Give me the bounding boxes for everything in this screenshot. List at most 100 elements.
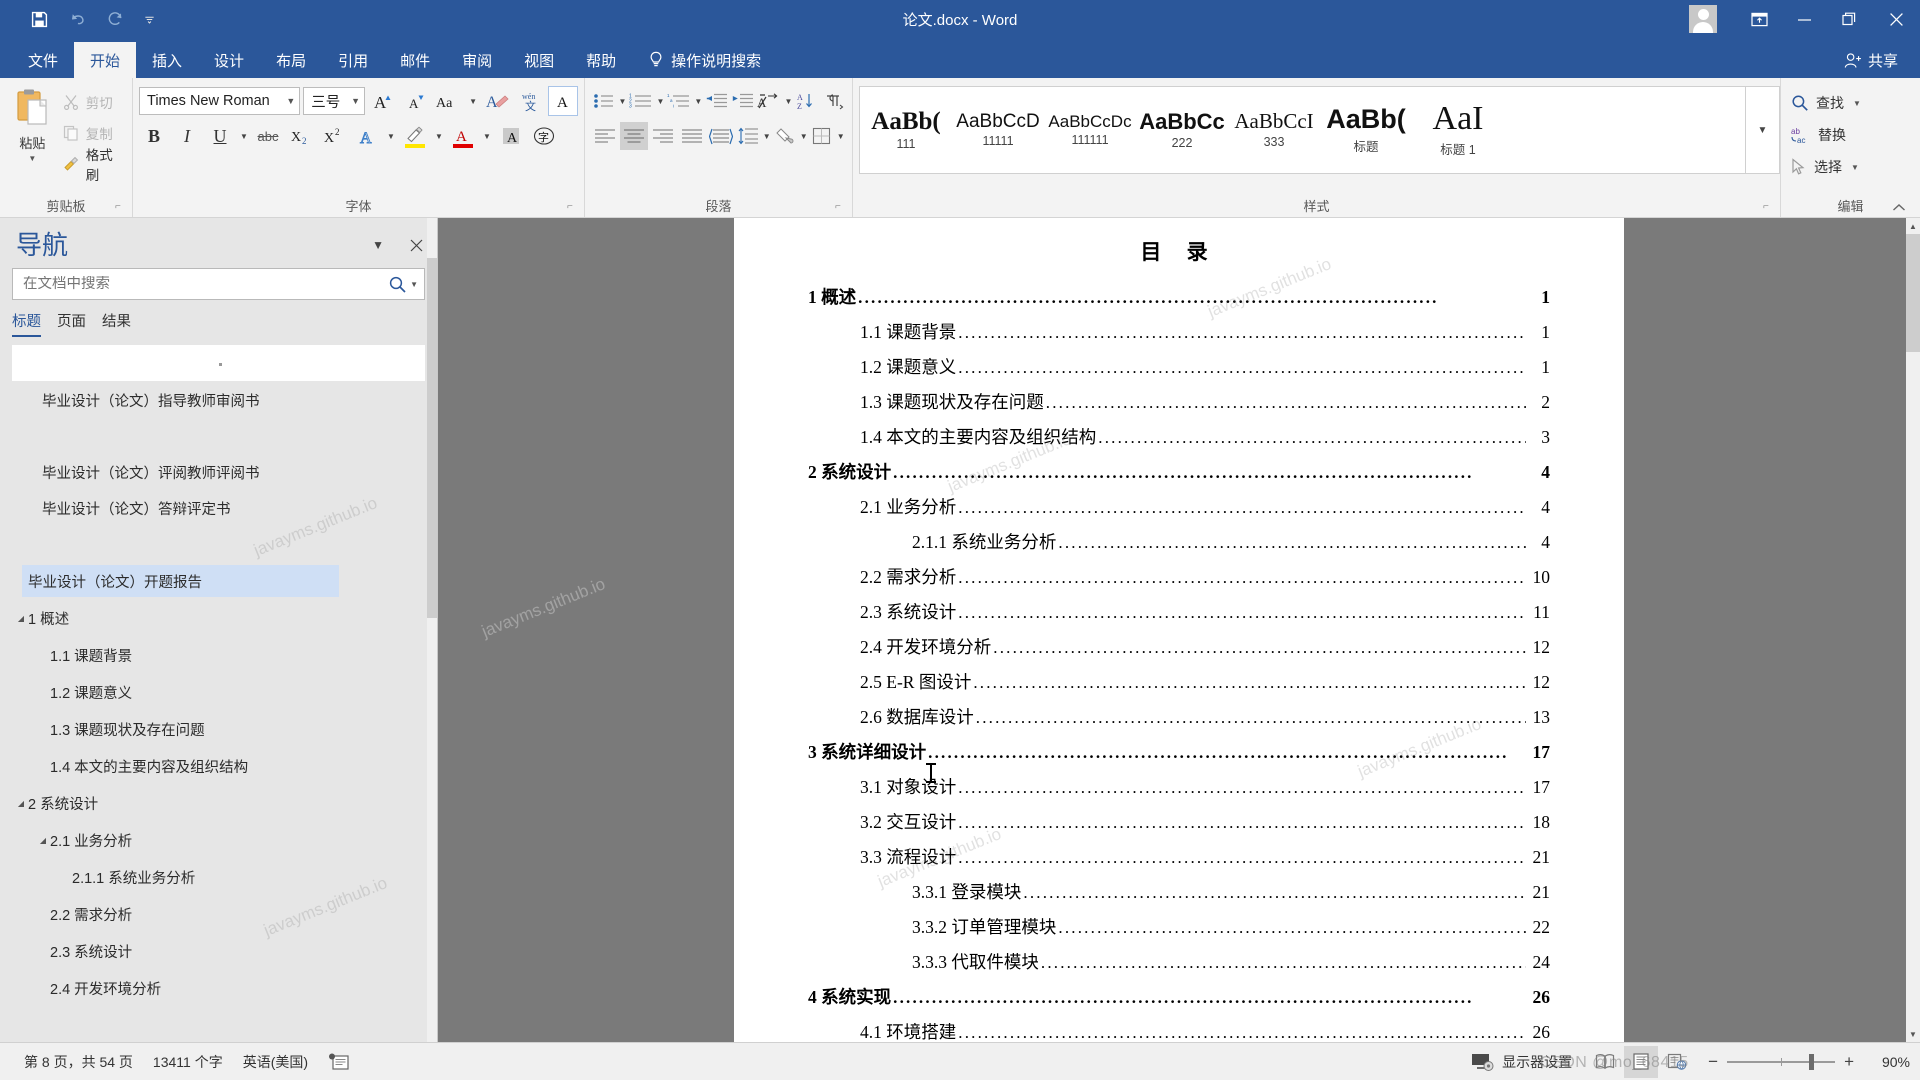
- phonetic-guide-icon[interactable]: wén 文: [515, 86, 545, 116]
- font-color-caret-icon[interactable]: ▼: [481, 121, 493, 151]
- navigation-scrollbar[interactable]: [427, 218, 437, 1042]
- highlight-caret-icon[interactable]: ▼: [433, 121, 445, 151]
- nav-collapse-icon[interactable]: ◢: [14, 614, 28, 623]
- style-item[interactable]: AaI 标题 1: [1412, 87, 1504, 173]
- nav-item[interactable]: 1.2 课题意义: [0, 677, 427, 707]
- style-item[interactable]: AaBb( 标题: [1320, 87, 1412, 173]
- nav-item[interactable]: 毕业设计（论文）答辩评定书: [0, 493, 427, 523]
- proofing-status-icon[interactable]: [318, 1052, 360, 1072]
- text-effects-icon[interactable]: A: [352, 121, 382, 151]
- paste-caret-icon[interactable]: ▼: [28, 154, 36, 163]
- nav-item[interactable]: ◢ 2 系统设计: [0, 788, 427, 818]
- zoom-percentage[interactable]: 90%: [1864, 1054, 1910, 1070]
- tab-view[interactable]: 视图: [508, 42, 570, 78]
- bold-button[interactable]: B: [139, 121, 169, 151]
- page-indicator[interactable]: 第 8 页，共 54 页: [14, 1052, 143, 1072]
- tell-me-search[interactable]: 操作说明搜索: [632, 42, 773, 78]
- redo-icon[interactable]: [98, 4, 132, 34]
- style-item[interactable]: AaBbCcDc 111111: [1044, 87, 1136, 173]
- tab-layout[interactable]: 布局: [260, 42, 322, 78]
- zoom-slider-thumb[interactable]: [1809, 1053, 1815, 1070]
- styles-more-icon[interactable]: ▼: [1746, 86, 1780, 174]
- bullets-icon[interactable]: [591, 87, 616, 115]
- close-icon[interactable]: [1872, 0, 1920, 38]
- nav-tab-pages[interactable]: 页面: [57, 310, 86, 337]
- shading-icon[interactable]: [773, 122, 798, 150]
- toc-entry[interactable]: 2.2 需求分析................................…: [808, 564, 1550, 599]
- toc-entry[interactable]: 1.2 课题意义................................…: [808, 354, 1550, 389]
- toc-entry[interactable]: 2.1.1 系统业务分析............................…: [808, 529, 1550, 564]
- nav-item[interactable]: ◢ 2.1 业务分析: [0, 825, 427, 855]
- find-caret-icon[interactable]: ▼: [1853, 99, 1861, 108]
- find-button[interactable]: 查找 ▼: [1787, 88, 1865, 118]
- grow-font-icon[interactable]: A: [368, 86, 398, 116]
- toc-entry[interactable]: 1 概述....................................…: [808, 284, 1550, 319]
- tab-references[interactable]: 引用: [322, 42, 384, 78]
- font-size-caret-icon[interactable]: ▼: [345, 96, 360, 106]
- style-item[interactable]: AaBb( 111: [860, 87, 952, 173]
- account-avatar[interactable]: [1683, 4, 1723, 34]
- toc-entry[interactable]: 3.2 交互设计................................…: [808, 809, 1550, 844]
- increase-indent-icon[interactable]: [731, 87, 756, 115]
- nav-item[interactable]: 2.4 开发环境分析: [0, 973, 427, 1003]
- nav-item[interactable]: 1.4 本文的主要内容及组织结构: [0, 751, 427, 781]
- save-icon[interactable]: [22, 4, 56, 34]
- tab-mailings[interactable]: 邮件: [384, 42, 446, 78]
- styles-dialog-launcher-icon[interactable]: ⌐: [1763, 201, 1774, 212]
- asian-layout-caret-icon[interactable]: ▼: [783, 86, 794, 116]
- align-left-icon[interactable]: [591, 122, 619, 150]
- toc-entry[interactable]: 3 系统详细设计................................…: [808, 739, 1550, 774]
- superscript-button[interactable]: X2: [319, 121, 349, 151]
- customize-quick-access-icon[interactable]: [136, 4, 162, 34]
- font-dialog-launcher-icon[interactable]: ⌐: [567, 201, 578, 212]
- format-painter-button[interactable]: 格式刷: [59, 148, 126, 183]
- align-center-icon[interactable]: [620, 122, 648, 150]
- font-family-caret-icon[interactable]: ▼: [280, 96, 295, 106]
- toc-entry[interactable]: 4 系统实现..................................…: [808, 984, 1550, 1019]
- toc-entry[interactable]: 3.3.3 代取件模块.............................…: [808, 949, 1550, 984]
- clipboard-dialog-launcher-icon[interactable]: ⌐: [115, 201, 126, 212]
- toc-entry[interactable]: 1.4 本文的主要内容及组织结构........................…: [808, 424, 1550, 459]
- nav-item[interactable]: 毕业设计（论文）指导教师审阅书: [0, 385, 427, 415]
- share-button[interactable]: 共享: [1844, 42, 1920, 78]
- nav-collapse-icon[interactable]: ◢: [36, 836, 50, 845]
- toc-entry[interactable]: 2 系统设计..................................…: [808, 459, 1550, 494]
- sort-icon[interactable]: AZ: [795, 87, 820, 115]
- tab-help[interactable]: 帮助: [570, 42, 632, 78]
- nav-item[interactable]: 1.1 课题背景: [0, 640, 427, 670]
- word-count[interactable]: 13411 个字: [143, 1052, 233, 1072]
- toc-entry[interactable]: 2.6 数据库设计...............................…: [808, 704, 1550, 739]
- tab-file[interactable]: 文件: [12, 42, 74, 78]
- font-family-combo[interactable]: Times New Roman ▼: [139, 87, 301, 115]
- minimize-icon[interactable]: [1782, 0, 1827, 38]
- search-input[interactable]: [23, 276, 389, 292]
- style-item[interactable]: AaBbCcD 11111: [952, 87, 1044, 173]
- style-item[interactable]: AaBbCcI 333: [1228, 87, 1320, 173]
- nav-item[interactable]: 1.3 课题现状及存在问题: [0, 714, 427, 744]
- toc-entry[interactable]: 2.3 系统设计................................…: [808, 599, 1550, 634]
- font-size-combo[interactable]: 三号 ▼: [303, 87, 366, 115]
- line-spacing-caret-icon[interactable]: ▼: [762, 121, 773, 151]
- nav-item[interactable]: 2.1.1 系统业务分析: [0, 862, 427, 892]
- navigation-options-icon[interactable]: ▼: [372, 238, 384, 252]
- toc-entry[interactable]: 2.5 E-R 图设计.............................…: [808, 669, 1550, 704]
- numbering-caret-icon[interactable]: ▼: [655, 86, 666, 116]
- multilevel-caret-icon[interactable]: ▼: [693, 86, 704, 116]
- underline-button[interactable]: U: [205, 121, 235, 151]
- subscript-button[interactable]: X2: [286, 121, 316, 151]
- navigation-search-box[interactable]: ▼: [12, 268, 425, 300]
- tab-design[interactable]: 设计: [198, 42, 260, 78]
- toc-entry[interactable]: 3.3.1 登录模块..............................…: [808, 879, 1550, 914]
- replace-button[interactable]: ab ac 替换: [1787, 120, 1865, 150]
- underline-caret-icon[interactable]: ▼: [238, 121, 250, 151]
- search-options-caret-icon[interactable]: ▼: [407, 280, 418, 289]
- paste-button[interactable]: 粘贴 ▼: [6, 84, 59, 163]
- shading-caret-icon[interactable]: ▼: [799, 121, 810, 151]
- copy-button[interactable]: 复制: [59, 119, 126, 147]
- undo-icon[interactable]: [60, 4, 94, 34]
- nav-collapse-icon[interactable]: ◢: [14, 799, 28, 808]
- nav-item[interactable]: 2.3 系统设计: [0, 936, 427, 966]
- scroll-down-icon[interactable]: ▼: [1906, 1026, 1920, 1042]
- change-case-caret-icon[interactable]: ▼: [467, 86, 479, 116]
- language-indicator[interactable]: 英语(美国): [233, 1052, 318, 1072]
